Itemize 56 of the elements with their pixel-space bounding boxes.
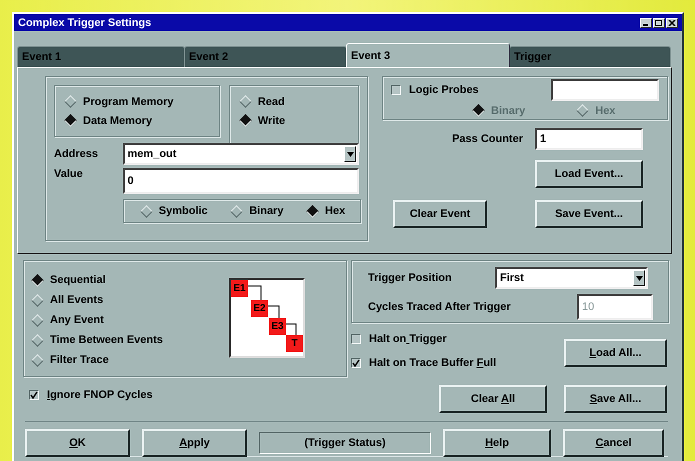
field-label: Address (54, 148, 100, 160)
pass-counter-field[interactable]: 1 (535, 128, 643, 150)
radio-label: Hex (325, 205, 346, 217)
radio-label: Binary (249, 205, 284, 217)
save-all-button[interactable]: Save All... (564, 385, 667, 413)
field-label: Value (54, 168, 84, 180)
checkbox-label: Ignore FNOP Cycles (47, 388, 153, 400)
event-block: E3 (269, 318, 286, 335)
event-block: E1 (231, 280, 248, 297)
apply-button[interactable]: Apply (142, 429, 247, 457)
radio-label: Any Event (50, 314, 104, 326)
checkbox[interactable] (391, 85, 401, 95)
radio-button[interactable] (306, 204, 319, 218)
value-field[interactable]: 0 (122, 168, 359, 194)
checkbox[interactable] (29, 390, 39, 400)
address-dropdown[interactable]: mem_out (122, 143, 359, 165)
field-label: Trigger Position (368, 272, 453, 284)
help-button[interactable]: Help (443, 429, 551, 457)
window-title: Complex Trigger Settings (18, 16, 152, 28)
radio-label: Symbolic (158, 205, 208, 217)
radio-button[interactable] (31, 274, 44, 286)
radio-label: Hex (595, 104, 616, 116)
radio-label: Program Memory (83, 96, 174, 108)
checkbox[interactable] (351, 334, 361, 344)
radio-label: Write (258, 114, 286, 126)
checkbox-label: Halt on Trace Buffer Full (369, 357, 496, 369)
checkbox[interactable] (351, 358, 361, 368)
radio-label: Sequential (50, 274, 106, 286)
load-event-button[interactable]: Load Event... (535, 160, 643, 188)
radio-label: Binary (491, 104, 526, 116)
clear-all-button[interactable]: Clear All (439, 385, 547, 413)
field-label: Pass Counter (452, 133, 523, 145)
cancel-button[interactable]: Cancel (563, 429, 664, 457)
trigger-position-dropdown[interactable]: First (495, 267, 648, 289)
radio-label: Time Between Events (50, 334, 163, 346)
radio-label: Data Memory (83, 114, 152, 126)
radio-button[interactable] (239, 114, 252, 127)
save-event-button[interactable]: Save Event... (535, 200, 643, 228)
radio-label: Filter Trace (50, 354, 109, 366)
ok-button[interactable]: OK (25, 429, 130, 457)
close-icon[interactable] (666, 18, 678, 28)
radio-button[interactable] (64, 114, 77, 127)
checkbox-label: Logic Probes (409, 84, 479, 96)
logic-probes-field[interactable] (551, 79, 659, 101)
field-label: Cycles Traced After Trigger (368, 301, 511, 313)
event-block: T (286, 335, 303, 352)
minimize-icon[interactable] (640, 18, 652, 28)
clear-event-button[interactable]: Clear Event (393, 200, 487, 228)
load-all-button[interactable]: Load All... (564, 339, 667, 367)
radio-label: All Events (50, 294, 104, 306)
event-block: E2 (251, 300, 268, 317)
maximize-icon[interactable] (653, 18, 665, 28)
status-field: (Trigger Status) (259, 432, 431, 454)
checkbox-label: Halt on Trigger (369, 333, 447, 345)
radio-label: Read (258, 96, 285, 108)
tab[interactable]: Event 3 (346, 43, 510, 67)
